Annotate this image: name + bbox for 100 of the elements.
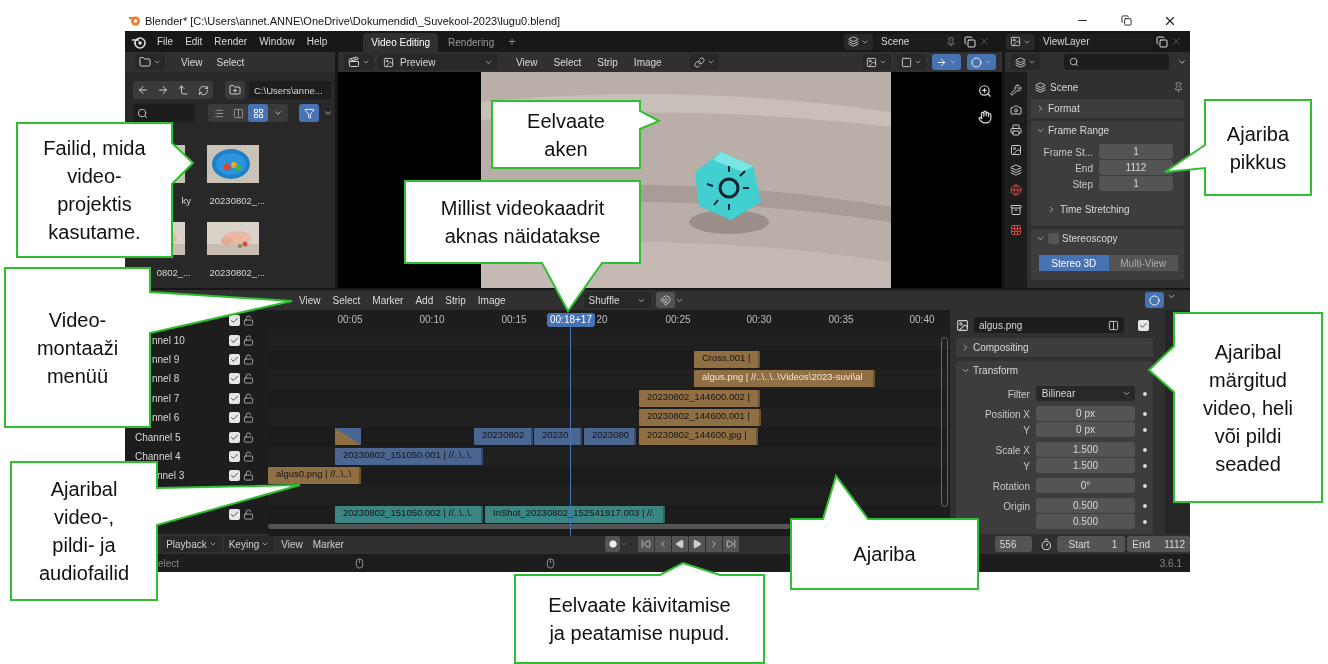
number-field[interactable]: 0 px: [1036, 422, 1136, 437]
menu-item[interactable]: Marker: [366, 294, 410, 306]
menu-item[interactable]: Select: [210, 56, 251, 68]
workspace-tab[interactable]: Video Editing: [363, 33, 439, 52]
field-label: End: [1074, 162, 1094, 174]
subpanel-header[interactable]: Time Stretching: [1035, 198, 1178, 220]
strip[interactable]: InShot_20230802_152541917.003 | //.: [485, 505, 665, 523]
number-field[interactable]: 1: [1099, 176, 1173, 191]
mode-tab[interactable]: Stereo 3D: [1039, 255, 1109, 271]
path-field[interactable]: C:\Users\anne...: [249, 81, 331, 99]
channel-name: Channel 5: [135, 431, 181, 443]
strip[interactable]: 20230802_151050.002 | //..\..\.: [335, 505, 483, 523]
playhead-time[interactable]: 00:18+17: [547, 313, 595, 327]
menu-item[interactable]: Select: [547, 56, 588, 68]
file-name[interactable]: 20230802_...: [209, 195, 265, 206]
add-workspace-button[interactable]: +: [508, 34, 516, 49]
field-label: Rotation: [992, 480, 1030, 492]
filter-dropdown[interactable]: Bilinear: [1035, 386, 1136, 401]
menu-item[interactable]: Image: [627, 56, 668, 68]
number-field[interactable]: 1.500: [1036, 442, 1136, 457]
panel-header[interactable]: Compositing: [956, 338, 1153, 357]
file-name[interactable]: 0802_...: [156, 267, 191, 278]
time-tick: 00:10: [419, 314, 445, 325]
status-hint: elect: [158, 557, 180, 569]
workspace-tab[interactable]: Rendering: [440, 33, 503, 52]
menu-item[interactable]: Strip: [439, 294, 472, 306]
field-label: Y: [1023, 424, 1030, 436]
menu-item[interactable]: Image: [471, 294, 512, 306]
view-layer-field[interactable]: ViewLayer: [1038, 33, 1153, 50]
field-label: Step: [1071, 178, 1094, 190]
menu-item[interactable]: View: [175, 56, 209, 68]
strip-name-field[interactable]: algus.png: [974, 317, 1124, 333]
field-label: Scale X: [995, 444, 1030, 456]
callout-text: Eelvaate käivitamise ja peatamise nupud.: [548, 593, 731, 646]
menu-item[interactable]: File: [151, 36, 180, 47]
field-label: Origin: [1003, 500, 1030, 512]
menu-item[interactable]: Render: [208, 36, 254, 47]
time-tick: 00:40: [909, 314, 935, 325]
file-name[interactable]: ky: [181, 195, 191, 206]
channel-name: nnel 3: [157, 470, 185, 482]
callout-text: Ajaribal märgitud video, heli või pildi seaded: [1202, 339, 1294, 477]
menu-item[interactable]: View: [510, 56, 544, 68]
context-title: Scene: [1050, 81, 1079, 93]
panel-header[interactable]: Frame Range: [1031, 121, 1184, 140]
file-name[interactable]: 20230802_...: [209, 267, 265, 278]
panel-header[interactable]: Transform: [956, 361, 1153, 380]
overlap-mode-dropdown[interactable]: Shuffle: [583, 292, 651, 308]
field-label: Frame St...: [1042, 146, 1094, 158]
number-field[interactable]: 1: [1099, 144, 1173, 159]
start-frame-field[interactable]: Start 1: [1056, 536, 1126, 552]
time-tick: 00:15: [501, 314, 527, 325]
menu-item[interactable]: Strip: [591, 56, 624, 68]
number-field[interactable]: 1112: [1099, 160, 1173, 175]
number-field[interactable]: 0°: [1036, 478, 1136, 493]
menu-item[interactable]: Help: [300, 36, 334, 47]
channel-name: nnel 8: [152, 373, 180, 385]
time-tick: 00:05: [337, 314, 363, 325]
number-field[interactable]: 1.500: [1036, 458, 1136, 473]
time-tick: 20: [596, 314, 608, 325]
menu-item[interactable]: View: [276, 538, 308, 550]
field-label: Y: [1023, 460, 1030, 472]
time-tick: 00:30: [746, 314, 772, 325]
channel-name: nnel 6: [152, 412, 180, 424]
callout-text: Ajaribal video-, pildi- ja audiofailid: [38, 477, 130, 586]
menu-item[interactable]: Marker: [307, 538, 349, 550]
current-frame-field[interactable]: 556: [994, 536, 1033, 552]
strip[interactable]: algus.png | //..\..\..\Videos\2023-suvi\al: [694, 370, 875, 388]
number-field[interactable]: 0 px: [1036, 406, 1136, 421]
callout-text: Failid, mida video- projektis kasutame.: [43, 136, 146, 245]
end-frame-field[interactable]: End 1112: [1127, 536, 1190, 552]
strip[interactable]: 20230802_144600.jpg |: [639, 428, 758, 446]
panel-header[interactable]: Stereoscopy: [1031, 229, 1184, 248]
channel-name: Channel 4: [135, 450, 181, 462]
number-field[interactable]: 0.500: [1036, 498, 1136, 513]
window-title: Blender* [C:\Users\annet.ANNE\OneDrive\Dokumendid\_Suvekool-2023\lugu0.blend]: [145, 14, 561, 27]
callout-text: Ajariba pikkus: [1226, 121, 1290, 175]
menu-item[interactable]: Keying: [223, 536, 275, 552]
panel-header[interactable]: Format: [1031, 99, 1184, 118]
view-mode-dropdown[interactable]: Preview: [378, 54, 498, 70]
channel-name: nnel 9: [152, 353, 180, 365]
menu-item[interactable]: Playback: [161, 536, 222, 552]
menu-item[interactable]: Window: [253, 36, 301, 47]
strip[interactable]: 20230802_144600.002 |: [639, 389, 760, 407]
channel-name: nnel 7: [152, 392, 180, 404]
callout-text: Eelvaate aken: [527, 108, 605, 162]
callout-text: Millist videokaadrit aknas näidatakse: [440, 196, 605, 249]
field-label: Position X: [984, 408, 1030, 420]
menu-item[interactable]: Edit: [179, 36, 209, 47]
strip[interactable]: 20230802_144600.001 |: [639, 408, 761, 426]
menu-item[interactable]: Add: [409, 294, 440, 306]
callout-text: Ajariba: [853, 542, 916, 567]
number-field[interactable]: 0.500: [1036, 514, 1136, 529]
time-tick: 00:25: [665, 314, 691, 325]
field-label: Filter: [1007, 388, 1030, 400]
version-label: 3.6.1: [1159, 557, 1183, 569]
menu-item[interactable]: Select: [326, 294, 367, 306]
time-tick: 00:35: [828, 314, 854, 325]
strip[interactable]: Cross.001 |: [694, 350, 760, 368]
scene-field[interactable]: Scene: [876, 33, 961, 50]
menu-item[interactable]: View: [293, 294, 327, 306]
